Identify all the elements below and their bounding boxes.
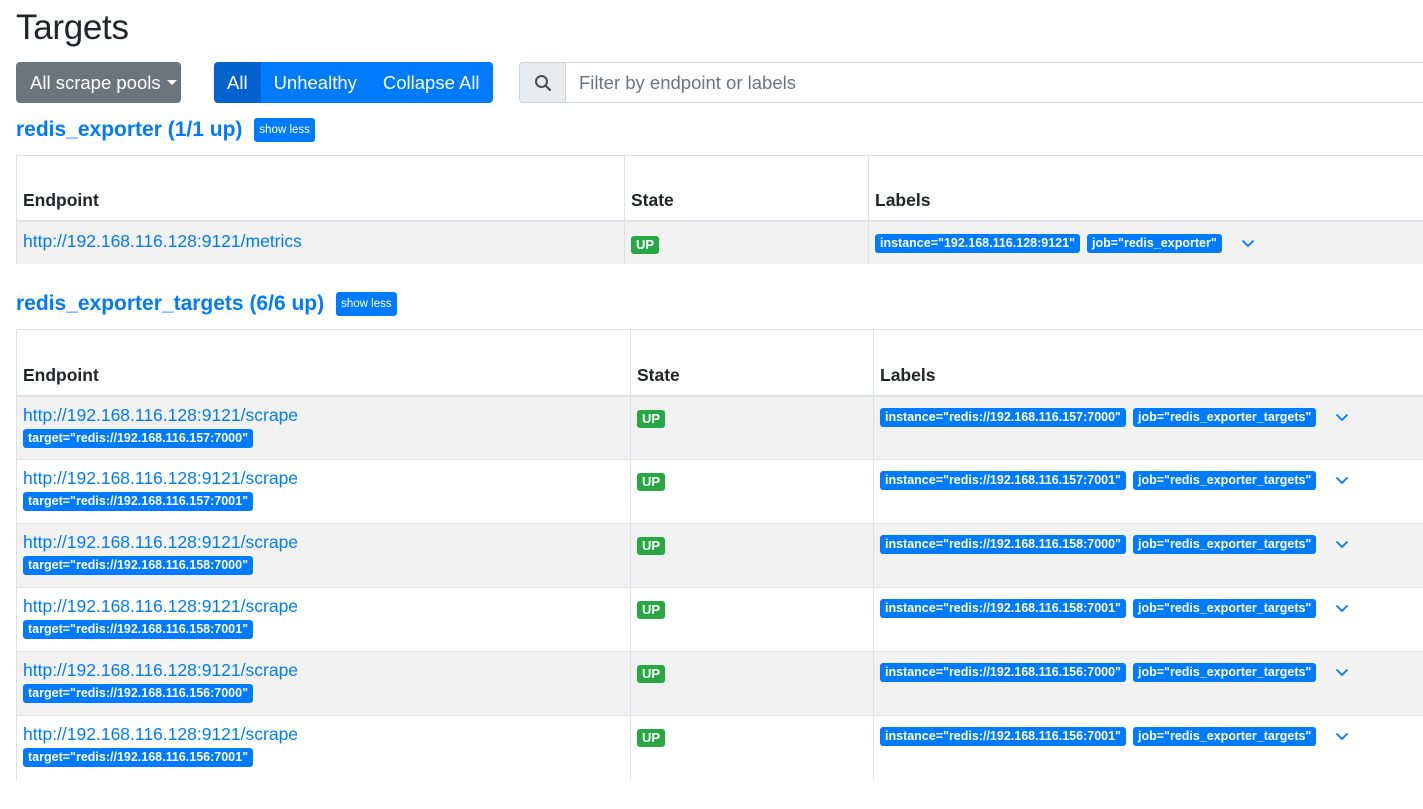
scrape-pools-label: All scrape pools bbox=[30, 71, 161, 93]
label-badge: job="redis_exporter_targets" bbox=[1132, 727, 1317, 746]
label-badge: job="redis_exporter_targets" bbox=[1132, 599, 1317, 618]
collapse-all-button[interactable]: Collapse All bbox=[369, 62, 493, 103]
table-row: http://192.168.116.128:9121/scrape targe… bbox=[16, 459, 1423, 524]
column-header-labels: Labels bbox=[868, 155, 1423, 222]
chevron-down-icon[interactable] bbox=[1335, 604, 1349, 613]
endpoint-cell: http://192.168.116.128:9121/scrape targe… bbox=[16, 587, 631, 652]
target-badge: target="redis://192.168.116.157:7000" bbox=[23, 428, 253, 448]
endpoint-link[interactable]: http://192.168.116.128:9121/scrape bbox=[23, 660, 298, 680]
filter-button-group: All Unhealthy Collapse All bbox=[214, 62, 493, 103]
filter-unhealthy-button[interactable]: Unhealthy bbox=[260, 62, 370, 103]
endpoint-link[interactable]: http://192.168.116.128:9121/scrape bbox=[23, 405, 298, 425]
label-badge: instance="redis://192.168.116.157:7001" bbox=[880, 471, 1126, 490]
state-badge: UP bbox=[637, 729, 666, 747]
label-badge: instance="redis://192.168.116.158:7001" bbox=[880, 599, 1126, 618]
state-cell: UP bbox=[630, 715, 874, 780]
state-cell: UP bbox=[630, 523, 874, 588]
chevron-down-icon[interactable] bbox=[1335, 668, 1349, 677]
endpoint-link[interactable]: http://192.168.116.128:9121/scrape bbox=[23, 724, 298, 744]
state-cell: UP bbox=[630, 587, 874, 652]
state-cell: UP bbox=[630, 651, 874, 716]
table-row: http://192.168.116.128:9121/metrics UP i… bbox=[16, 220, 1423, 264]
label-badge: instance="redis://192.168.116.156:7000" bbox=[880, 663, 1126, 682]
page-title: Targets bbox=[16, 8, 129, 47]
show-less-button[interactable]: show less bbox=[336, 292, 397, 316]
controls-bar: All scrape pools All Unhealthy Collapse … bbox=[16, 62, 1423, 103]
target-badge: target="redis://192.168.116.158:7000" bbox=[23, 556, 253, 575]
chevron-down-icon[interactable] bbox=[1335, 732, 1349, 741]
state-cell: UP bbox=[630, 395, 874, 460]
endpoint-link[interactable]: http://192.168.116.128:9121/scrape bbox=[23, 596, 298, 616]
state-badge: UP bbox=[637, 601, 666, 619]
state-badge: UP bbox=[637, 473, 666, 491]
endpoint-cell: http://192.168.116.128:9121/scrape targe… bbox=[16, 395, 631, 460]
column-header-endpoint: Endpoint bbox=[16, 329, 631, 397]
scrape-pools-dropdown[interactable]: All scrape pools bbox=[16, 62, 181, 103]
targets-table: Endpoint State Labels http://192.168.116… bbox=[16, 329, 1423, 780]
show-less-button[interactable]: show less bbox=[254, 118, 315, 142]
label-badge: job="redis_exporter_targets" bbox=[1132, 535, 1317, 554]
column-header-labels: Labels bbox=[873, 329, 1423, 397]
chevron-down-icon[interactable] bbox=[1335, 476, 1349, 485]
endpoint-link[interactable]: http://192.168.116.128:9121/scrape bbox=[23, 468, 298, 488]
endpoint-cell: http://192.168.116.128:9121/scrape targe… bbox=[16, 651, 631, 716]
table-header-row: Endpoint State Labels bbox=[16, 155, 1423, 222]
label-badge: instance="redis://192.168.116.156:7001" bbox=[880, 727, 1126, 746]
table-row: http://192.168.116.128:9121/scrape targe… bbox=[16, 651, 1423, 716]
table-row: http://192.168.116.128:9121/scrape targe… bbox=[16, 523, 1423, 588]
endpoint-cell: http://192.168.116.128:9121/scrape targe… bbox=[16, 459, 631, 524]
table-row: http://192.168.116.128:9121/scrape targe… bbox=[16, 715, 1423, 780]
label-badge: job="redis_exporter_targets" bbox=[1132, 471, 1317, 490]
target-badge: target="redis://192.168.116.156:7000" bbox=[23, 684, 253, 703]
search-icon bbox=[534, 74, 551, 91]
target-badge: target="redis://192.168.116.156:7001" bbox=[23, 748, 253, 767]
search-input[interactable] bbox=[565, 62, 1423, 103]
pool-title[interactable]: redis_exporter (1/1 up) bbox=[16, 118, 242, 142]
labels-cell: instance="redis://192.168.116.156:7001" … bbox=[873, 715, 1423, 780]
endpoint-cell: http://192.168.116.128:9121/scrape targe… bbox=[16, 523, 631, 588]
state-badge: UP bbox=[637, 537, 666, 555]
endpoint-cell: http://192.168.116.128:9121/metrics bbox=[16, 220, 625, 264]
endpoint-cell: http://192.168.116.128:9121/scrape targe… bbox=[16, 715, 631, 780]
label-badge: instance="redis://192.168.116.158:7000" bbox=[880, 535, 1126, 554]
state-badge: UP bbox=[637, 665, 666, 683]
labels-cell: instance="redis://192.168.116.157:7000" … bbox=[873, 395, 1423, 460]
column-header-state: State bbox=[624, 155, 869, 222]
state-badge: UP bbox=[637, 409, 666, 428]
labels-cell: instance="redis://192.168.116.156:7000" … bbox=[873, 651, 1423, 716]
endpoint-link[interactable]: http://192.168.116.128:9121/metrics bbox=[23, 231, 302, 251]
labels-cell: instance="redis://192.168.116.158:7000" … bbox=[873, 523, 1423, 588]
labels-cell: instance="192.168.116.128:9121" job="red… bbox=[868, 220, 1423, 264]
filter-all-button[interactable]: All bbox=[214, 62, 261, 103]
label-badge: instance="redis://192.168.116.157:7000" bbox=[880, 407, 1126, 427]
caret-down-icon bbox=[166, 80, 177, 85]
chevron-down-icon[interactable] bbox=[1335, 413, 1349, 422]
state-cell: UP bbox=[630, 459, 874, 524]
endpoint-link[interactable]: http://192.168.116.128:9121/scrape bbox=[23, 532, 298, 552]
labels-cell: instance="redis://192.168.116.157:7001" … bbox=[873, 459, 1423, 524]
label-badge: job="redis_exporter_targets" bbox=[1132, 407, 1317, 427]
chevron-down-icon[interactable] bbox=[1335, 540, 1349, 549]
label-badge: job="redis_exporter" bbox=[1087, 233, 1222, 253]
search-addon bbox=[519, 62, 565, 103]
pool-header: redis_exporter_targets (6/6 up) show les… bbox=[16, 292, 397, 316]
pool-title[interactable]: redis_exporter_targets (6/6 up) bbox=[16, 292, 324, 316]
pool-header: redis_exporter (1/1 up) show less bbox=[16, 118, 315, 142]
target-badge: target="redis://192.168.116.158:7001" bbox=[23, 620, 253, 639]
chevron-down-icon[interactable] bbox=[1241, 239, 1255, 248]
label-badge: instance="192.168.116.128:9121" bbox=[875, 233, 1080, 253]
search-group bbox=[519, 62, 1423, 103]
table-row: http://192.168.116.128:9121/scrape targe… bbox=[16, 587, 1423, 652]
target-badge: target="redis://192.168.116.157:7001" bbox=[23, 492, 253, 511]
column-header-state: State bbox=[630, 329, 874, 397]
column-header-endpoint: Endpoint bbox=[16, 155, 625, 222]
state-cell: UP bbox=[624, 220, 869, 264]
state-badge: UP bbox=[631, 235, 660, 254]
table-header-row: Endpoint State Labels bbox=[16, 329, 1423, 397]
targets-table: Endpoint State Labels http://192.168.116… bbox=[16, 155, 1423, 264]
label-badge: job="redis_exporter_targets" bbox=[1132, 663, 1317, 682]
table-row: http://192.168.116.128:9121/scrape targe… bbox=[16, 395, 1423, 460]
labels-cell: instance="redis://192.168.116.158:7001" … bbox=[873, 587, 1423, 652]
